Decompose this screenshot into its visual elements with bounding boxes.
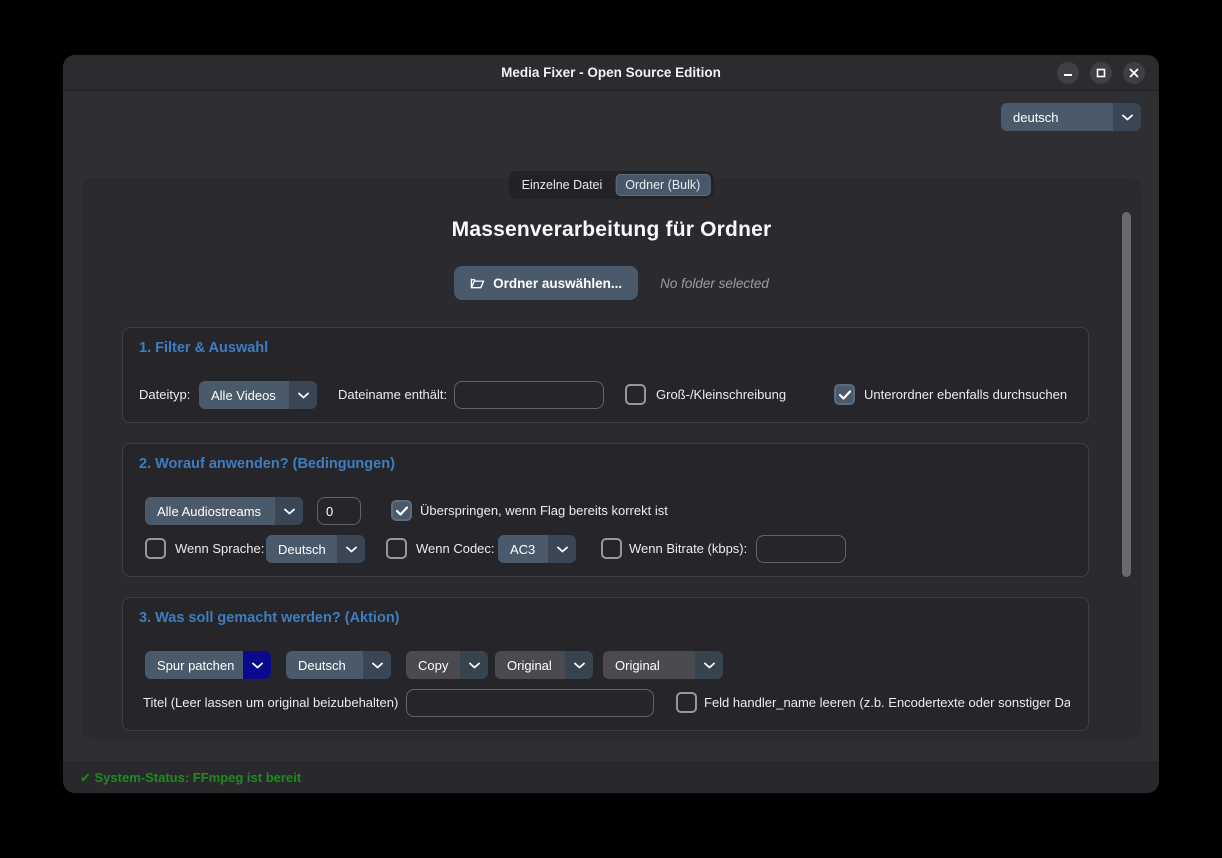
check-icon	[396, 506, 408, 516]
condition-bitrate-label: Wenn Bitrate (kbps):	[629, 535, 747, 563]
folder-status-text: No folder selected	[660, 276, 769, 291]
app-window: Media Fixer - Open Source Edition deutsc…	[63, 55, 1159, 793]
filetype-select-value: Alle Videos	[199, 381, 289, 409]
case-sensitive-label: Groß-/Kleinschreibung	[656, 381, 786, 409]
condition-codec-label: Wenn Codec:	[416, 535, 495, 563]
include-subfolders-checkbox[interactable]	[834, 384, 855, 405]
action-language-select[interactable]: Deutsch	[286, 651, 391, 679]
section-action: 3. Was soll gemacht werden? (Aktion) Spu…	[122, 597, 1089, 731]
condition-codec-checkbox[interactable]	[386, 538, 407, 559]
action-channels-select-value: Original	[603, 651, 695, 679]
action-channels-select[interactable]: Original	[603, 651, 723, 679]
close-button[interactable]	[1123, 62, 1145, 84]
chevron-down-icon	[1113, 103, 1141, 131]
section-conditions-title: 2. Worauf anwenden? (Bedingungen)	[139, 456, 395, 472]
action-type-select-value: Spur patchen	[145, 651, 243, 679]
action-bitrate-select-value: Original	[495, 651, 565, 679]
filetype-select[interactable]: Alle Videos	[199, 381, 317, 409]
filetype-label: Dateityp:	[139, 381, 190, 409]
tab-single-file[interactable]: Einzelne Datei	[512, 174, 613, 196]
stream-index-input[interactable]	[317, 497, 361, 525]
filename-contains-label: Dateiname enthält:	[338, 381, 447, 409]
section-filter-title: 1. Filter & Auswahl	[139, 340, 268, 356]
action-bitrate-select[interactable]: Original	[495, 651, 593, 679]
clear-handler-name-label: Feld handler_name leeren (z.b. Encoderte…	[704, 689, 1070, 717]
condition-codec-select-value: AC3	[498, 535, 548, 563]
chevron-down-icon	[565, 651, 593, 679]
chevron-down-icon	[695, 651, 723, 679]
select-folder-button[interactable]: Ordner auswählen...	[454, 266, 638, 300]
titlebar: Media Fixer - Open Source Edition	[63, 55, 1159, 91]
chevron-down-icon	[363, 651, 391, 679]
condition-bitrate-checkbox[interactable]	[601, 538, 622, 559]
close-icon	[1129, 68, 1139, 78]
action-codec-select[interactable]: Copy	[406, 651, 488, 679]
condition-bitrate-input[interactable]	[756, 535, 846, 563]
chevron-down-icon	[275, 497, 303, 525]
minimize-button[interactable]	[1057, 62, 1079, 84]
include-subfolders-label: Unterordner ebenfalls durchsuchen	[864, 381, 1067, 409]
title-field-label: Titel (Leer lassen um original beizubeha…	[143, 689, 398, 717]
folder-icon	[470, 276, 485, 290]
chevron-down-icon	[548, 535, 576, 563]
maximize-button[interactable]	[1090, 62, 1112, 84]
window-title: Media Fixer - Open Source Edition	[501, 65, 721, 80]
section-conditions: 2. Worauf anwenden? (Bedingungen) Alle A…	[122, 443, 1089, 577]
status-bar: ✔ System-Status: FFmpeg ist bereit	[63, 762, 1159, 793]
chevron-down-icon	[337, 535, 365, 563]
condition-language-select[interactable]: Deutsch	[266, 535, 365, 563]
minimize-icon	[1063, 68, 1073, 78]
action-type-select[interactable]: Spur patchen	[145, 651, 271, 679]
stream-scope-select-value: Alle Audiostreams	[145, 497, 275, 525]
action-codec-select-value: Copy	[406, 651, 460, 679]
condition-language-checkbox[interactable]	[145, 538, 166, 559]
language-select[interactable]: deutsch	[1001, 103, 1141, 131]
mode-tabs: Einzelne Datei Ordner (Bulk)	[509, 171, 714, 199]
filename-contains-input[interactable]	[454, 381, 604, 409]
skip-if-correct-label: Überspringen, wenn Flag bereits korrekt …	[420, 497, 668, 525]
language-select-value: deutsch	[1001, 103, 1113, 131]
action-language-select-value: Deutsch	[286, 651, 363, 679]
chevron-down-icon	[460, 651, 488, 679]
page-title: Massenverarbeitung für Ordner	[82, 218, 1141, 242]
chevron-down-icon	[243, 651, 271, 679]
window-controls	[1057, 62, 1145, 84]
chevron-down-icon	[289, 381, 317, 409]
scrollbar-thumb[interactable]	[1122, 212, 1131, 577]
condition-codec-select[interactable]: AC3	[498, 535, 576, 563]
section-action-title: 3. Was soll gemacht werden? (Aktion)	[139, 610, 400, 626]
system-status-text: ✔ System-Status: FFmpeg ist bereit	[80, 770, 301, 786]
title-field-input[interactable]	[406, 689, 654, 717]
select-folder-button-label: Ordner auswählen...	[493, 276, 622, 291]
bulk-panel: Massenverarbeitung für Ordner Ordner aus…	[82, 178, 1141, 740]
stream-scope-select[interactable]: Alle Audiostreams	[145, 497, 303, 525]
maximize-icon	[1096, 68, 1106, 78]
folder-select-row: Ordner auswählen... No folder selected	[82, 266, 1141, 300]
skip-if-correct-checkbox[interactable]	[391, 500, 412, 521]
clear-handler-name-checkbox[interactable]	[676, 692, 697, 713]
condition-language-select-value: Deutsch	[266, 535, 337, 563]
section-filter: 1. Filter & Auswahl Dateityp: Alle Video…	[122, 327, 1089, 423]
condition-language-label: Wenn Sprache:	[175, 535, 264, 563]
check-icon	[839, 390, 851, 400]
case-sensitive-checkbox[interactable]	[625, 384, 646, 405]
tab-folder-bulk[interactable]: Ordner (Bulk)	[615, 174, 710, 196]
